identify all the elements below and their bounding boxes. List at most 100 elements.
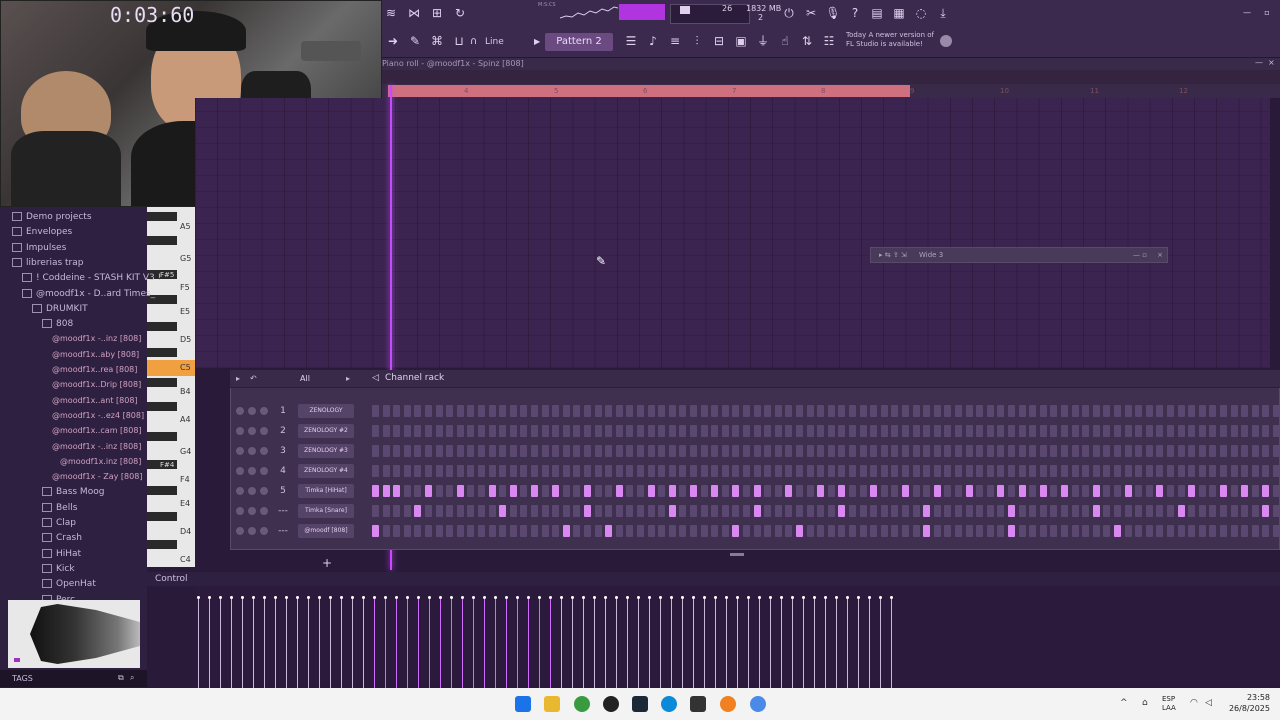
velocity-bar[interactable]	[462, 598, 463, 688]
step-button[interactable]	[1241, 485, 1249, 497]
step-button[interactable]	[891, 445, 899, 457]
step-button[interactable]	[403, 505, 411, 517]
step-button[interactable]	[509, 465, 517, 477]
step-button[interactable]	[785, 505, 793, 517]
step-button[interactable]	[827, 485, 835, 497]
browser-subfolder[interactable]: Kick	[42, 564, 75, 574]
step-button[interactable]	[986, 465, 994, 477]
step-button[interactable]	[870, 505, 878, 517]
step-button[interactable]	[912, 445, 920, 457]
step-button[interactable]	[806, 425, 814, 437]
channel-number[interactable]: 2	[274, 424, 292, 438]
browser-file[interactable]: @moodf1x -..ez4 [808]	[52, 411, 144, 420]
step-button[interactable]	[552, 505, 560, 517]
step-button[interactable]	[933, 425, 941, 437]
step-button[interactable]	[1198, 425, 1206, 437]
velocity-handle[interactable]	[604, 596, 607, 599]
step-button[interactable]	[647, 405, 655, 417]
step-button[interactable]	[435, 425, 443, 437]
step-button[interactable]	[456, 505, 464, 517]
step-button[interactable]	[1241, 405, 1249, 417]
step-button[interactable]	[933, 445, 941, 457]
step-button[interactable]	[838, 425, 846, 437]
velocity-bar[interactable]	[594, 598, 595, 688]
step-button[interactable]	[1156, 485, 1164, 497]
browser-subfolder[interactable]: Bass Moog	[42, 487, 104, 497]
browser-file[interactable]: @moodf1x..cam [808]	[52, 426, 142, 435]
step-button[interactable]	[774, 465, 782, 477]
velocity-bar[interactable]	[308, 598, 309, 688]
step-button[interactable]	[732, 465, 740, 477]
filter-arrow-icon[interactable]: ▸	[346, 374, 350, 383]
velocity-handle[interactable]	[538, 596, 541, 599]
step-button[interactable]	[605, 485, 613, 497]
step-button[interactable]	[1082, 425, 1090, 437]
velocity-handle[interactable]	[428, 596, 431, 599]
velocity-bar[interactable]	[583, 598, 584, 688]
pianoroll-scrollbar[interactable]	[382, 70, 1280, 84]
step-button[interactable]	[1251, 485, 1259, 497]
step-button[interactable]	[880, 405, 888, 417]
channel-knob[interactable]	[248, 407, 256, 415]
step-button[interactable]	[679, 485, 687, 497]
step-button[interactable]	[393, 485, 401, 497]
step-button[interactable]	[615, 505, 623, 517]
step-button[interactable]	[1082, 505, 1090, 517]
step-button[interactable]	[976, 525, 984, 537]
step-button[interactable]	[933, 505, 941, 517]
velocity-handle[interactable]	[648, 596, 651, 599]
step-button[interactable]	[499, 485, 507, 497]
step-button[interactable]	[531, 425, 538, 437]
mixer-view-icon[interactable]: ⫶	[688, 32, 706, 50]
step-button[interactable]	[891, 425, 899, 437]
step-button[interactable]	[446, 465, 454, 477]
velocity-handle[interactable]	[659, 596, 662, 599]
step-button[interactable]	[372, 485, 379, 497]
chat-icon[interactable]: ◌	[912, 4, 930, 22]
tempo-icon[interactable]: ⇅	[798, 32, 816, 50]
step-button[interactable]	[509, 405, 517, 417]
channel-knob[interactable]	[236, 527, 244, 535]
step-button[interactable]	[1114, 425, 1121, 437]
velocity-handle[interactable]	[769, 596, 772, 599]
step-button[interactable]	[425, 465, 432, 477]
step-button[interactable]	[955, 485, 962, 497]
step-button[interactable]	[414, 505, 422, 517]
velocity-handle[interactable]	[714, 596, 717, 599]
velocity-bar[interactable]	[693, 598, 694, 688]
save-icon[interactable]: ▤	[868, 4, 886, 22]
step-button[interactable]	[785, 465, 793, 477]
channel-knob[interactable]	[248, 507, 256, 515]
step-button[interactable]	[806, 445, 814, 457]
velocity-handle[interactable]	[241, 596, 244, 599]
velocity-handle[interactable]	[879, 596, 882, 599]
step-button[interactable]	[923, 465, 931, 477]
step-button[interactable]	[615, 485, 623, 497]
download-icon[interactable]: ⤓	[934, 4, 952, 22]
velocity-bar[interactable]	[517, 598, 518, 688]
step-button[interactable]	[372, 405, 379, 417]
fl-studio-icon[interactable]	[720, 696, 736, 712]
velocity-bar[interactable]	[660, 598, 661, 688]
step-button[interactable]	[764, 445, 772, 457]
step-button[interactable]	[531, 525, 538, 537]
step-button[interactable]	[1124, 505, 1132, 517]
step-button[interactable]	[393, 465, 401, 477]
browser-folder[interactable]: DRUMKIT	[32, 304, 88, 314]
velocity-bar[interactable]	[825, 598, 826, 688]
step-button[interactable]	[912, 525, 920, 537]
step-button[interactable]	[1209, 525, 1217, 537]
velocity-bar[interactable]	[231, 598, 232, 688]
step-button[interactable]	[425, 405, 432, 417]
loop-icon[interactable]: ↻	[451, 4, 469, 22]
step-button[interactable]	[774, 525, 782, 537]
step-button[interactable]	[753, 445, 761, 457]
channel-knob[interactable]	[236, 407, 244, 415]
step-button[interactable]	[562, 405, 570, 417]
step-button[interactable]	[902, 405, 909, 417]
step-button[interactable]	[403, 465, 411, 477]
step-button[interactable]	[965, 465, 973, 477]
step-button[interactable]	[944, 425, 952, 437]
browser-file[interactable]: @moodf1x..ant [808]	[52, 396, 138, 405]
step-button[interactable]	[944, 485, 952, 497]
